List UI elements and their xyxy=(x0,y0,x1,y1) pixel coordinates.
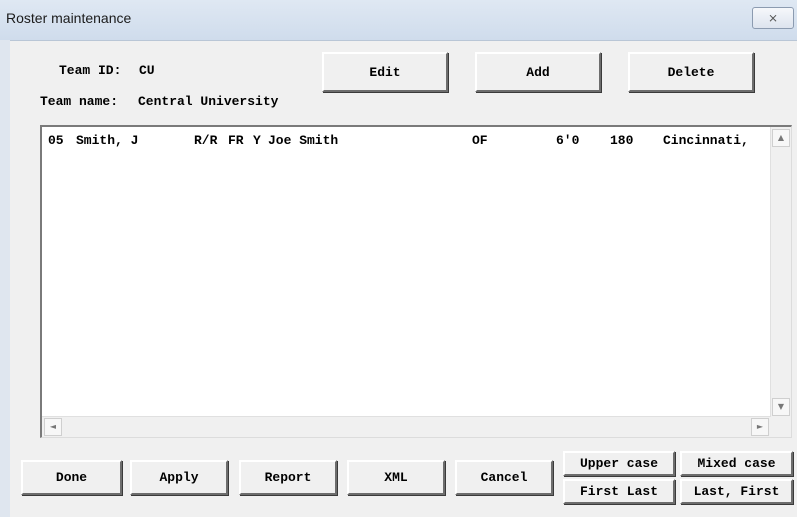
player-number: 05 xyxy=(48,133,64,148)
apply-button[interactable]: Apply xyxy=(130,460,228,495)
cancel-button[interactable]: Cancel xyxy=(455,460,553,495)
done-button[interactable]: Done xyxy=(21,460,122,495)
add-button[interactable]: Add xyxy=(475,52,601,92)
close-icon: ⨯ xyxy=(767,11,779,25)
scroll-right-button[interactable]: ► xyxy=(751,418,769,436)
delete-button[interactable]: Delete xyxy=(628,52,754,92)
arrow-left-icon: ◄ xyxy=(49,422,57,431)
team-name-value: Central University xyxy=(138,94,279,109)
edit-button[interactable]: Edit xyxy=(322,52,448,92)
close-button[interactable]: ⨯ xyxy=(752,7,794,29)
arrow-right-icon: ► xyxy=(756,422,764,431)
player-position: OF xyxy=(472,133,488,148)
team-id-value: CU xyxy=(139,63,155,78)
upper-case-button[interactable]: Upper case xyxy=(563,451,675,476)
scroll-down-button[interactable]: ▼ xyxy=(772,398,790,416)
team-id-label: Team ID: xyxy=(59,63,122,78)
report-button[interactable]: Report xyxy=(239,460,337,495)
team-name-label: Team name: xyxy=(40,94,119,109)
vertical-scrollbar[interactable]: ▲ ▼ xyxy=(770,127,791,418)
window-left-edge xyxy=(0,40,10,517)
player-hometown: Cincinnati, xyxy=(663,133,749,148)
last-first-button[interactable]: Last, First xyxy=(680,479,793,504)
player-height: 6'0 xyxy=(556,133,580,148)
arrow-up-icon: ▲ xyxy=(777,133,785,142)
player-full-name: Joe Smith xyxy=(268,133,339,148)
title-bar: Roster maintenance ⨯ xyxy=(0,0,797,41)
player-weight: 180 xyxy=(610,133,634,148)
player-class: FR xyxy=(228,133,244,148)
list-item[interactable]: 05 Smith, J R/R FR Y Joe Smith OF 6'0 18… xyxy=(48,133,768,149)
horizontal-scrollbar[interactable]: ◄ ► xyxy=(42,416,771,437)
player-flag: Y xyxy=(253,133,261,148)
mixed-case-button[interactable]: Mixed case xyxy=(680,451,793,476)
scrollbar-corner xyxy=(770,417,791,437)
player-short-name: Smith, J xyxy=(76,133,139,148)
scroll-up-button[interactable]: ▲ xyxy=(772,129,790,147)
window-title: Roster maintenance xyxy=(6,10,132,26)
xml-button[interactable]: XML xyxy=(347,460,445,495)
roster-listbox[interactable]: 05 Smith, J R/R FR Y Joe Smith OF 6'0 18… xyxy=(40,125,792,438)
scroll-left-button[interactable]: ◄ xyxy=(44,418,62,436)
arrow-down-icon: ▼ xyxy=(777,402,785,411)
first-last-button[interactable]: First Last xyxy=(563,479,675,504)
player-bats-throws: R/R xyxy=(194,133,218,148)
